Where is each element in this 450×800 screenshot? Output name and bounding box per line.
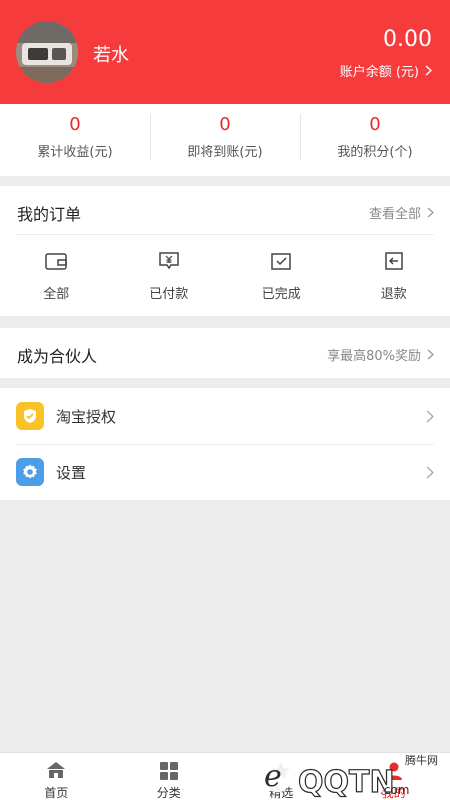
order-filter-label: 全部 xyxy=(43,287,70,302)
stat-value: 0 xyxy=(69,114,81,135)
chevron-right-icon xyxy=(427,207,434,218)
shield-check-icon xyxy=(16,402,44,430)
order-filter-paid[interactable]: 已付款 xyxy=(113,250,226,302)
tab-category[interactable]: 分类 xyxy=(113,753,226,800)
stat-value: 0 xyxy=(219,114,231,135)
home-icon xyxy=(47,762,66,778)
chevron-right-icon xyxy=(426,465,434,479)
wallet-icon xyxy=(45,253,67,270)
stat-pending-earnings[interactable]: 0 即将到账(元) xyxy=(150,104,300,176)
balance-link[interactable]: 账户余额 (元) xyxy=(340,61,432,80)
svg-text:e: e xyxy=(264,759,282,794)
view-all-orders-link[interactable]: 查看全部 xyxy=(369,203,434,222)
tab-home[interactable]: 首页 xyxy=(0,753,113,800)
avatar[interactable] xyxy=(16,21,78,83)
menu-item-settings[interactable]: 设置 xyxy=(0,444,450,500)
return-icon xyxy=(385,252,403,270)
stat-label: 即将到账(元) xyxy=(187,145,263,160)
order-filter-all[interactable]: 全部 xyxy=(0,250,113,302)
tab-label: 分类 xyxy=(156,786,181,800)
balance-label: 账户余额 (元) xyxy=(339,65,419,80)
watermark: e QQTN .com 腾牛网 xyxy=(242,748,442,800)
gear-icon xyxy=(16,458,44,486)
username: 若水 xyxy=(93,45,129,66)
chevron-right-icon xyxy=(426,409,434,423)
menu-item-label: 淘宝授权 xyxy=(56,407,117,426)
watermark-text: 腾牛网 xyxy=(405,754,438,767)
divider xyxy=(16,234,434,235)
svg-text:.com: .com xyxy=(380,783,409,797)
order-filter-refund[interactable]: 退款 xyxy=(338,250,450,302)
settings-menu: 淘宝授权 设置 xyxy=(0,388,450,500)
partner-reward-label: 享最高80%奖励 xyxy=(327,349,421,364)
order-filter-completed[interactable]: 已完成 xyxy=(225,250,338,302)
orders-title: 我的订单 xyxy=(17,205,82,224)
view-all-label: 查看全部 xyxy=(368,207,421,222)
stat-points[interactable]: 0 我的积分(个) xyxy=(300,104,450,176)
profile-header: 若水 0.00 账户余额 (元) xyxy=(0,0,450,104)
yuan-card-icon xyxy=(159,252,179,270)
stat-value: 0 xyxy=(369,114,381,135)
check-box-icon xyxy=(271,253,291,270)
tab-label: 首页 xyxy=(44,786,69,800)
chevron-right-icon xyxy=(425,65,432,76)
my-orders-card: 我的订单 查看全部 全部 已付款 已完成 退款 xyxy=(0,186,450,316)
balance-amount: 0.00 xyxy=(383,27,432,52)
order-filter-label: 退款 xyxy=(380,287,407,302)
grid-icon xyxy=(159,762,178,780)
become-partner-row[interactable]: 成为合伙人 享最高80%奖励 xyxy=(0,328,450,378)
stat-label: 累计收益(元) xyxy=(37,145,113,160)
partner-title: 成为合伙人 xyxy=(17,347,98,366)
order-filter-label: 已付款 xyxy=(149,287,189,302)
menu-item-taobao-auth[interactable]: 淘宝授权 xyxy=(0,388,450,444)
stat-total-earnings[interactable]: 0 累计收益(元) xyxy=(0,104,150,176)
partner-reward-link[interactable]: 享最高80%奖励 xyxy=(327,345,434,364)
menu-item-label: 设置 xyxy=(56,463,87,482)
chevron-right-icon xyxy=(427,349,434,360)
earnings-stats: 0 累计收益(元) 0 即将到账(元) 0 我的积分(个) xyxy=(0,104,450,176)
order-filter-label: 已完成 xyxy=(261,287,301,302)
stat-label: 我的积分(个) xyxy=(337,145,413,160)
